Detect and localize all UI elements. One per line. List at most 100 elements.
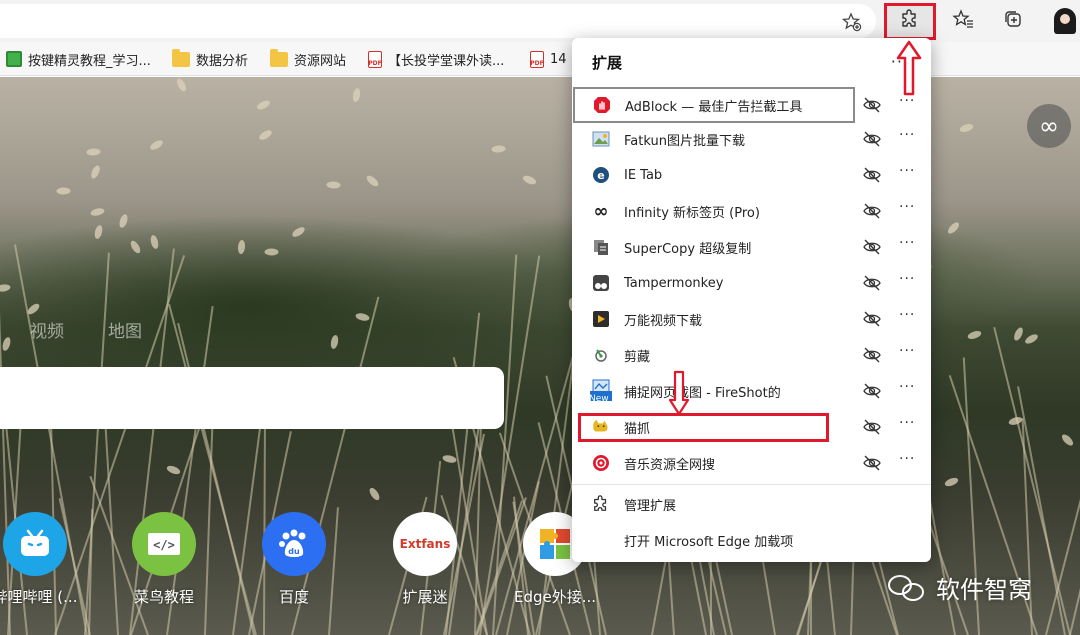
grass-seed [118, 213, 129, 229]
grass-seed [0, 283, 11, 293]
svg-text:e: e [597, 169, 604, 182]
extension-name: 音乐资源全网搜 [624, 457, 716, 473]
extension-name: 捕捉网页截图 - FireShot的 [624, 385, 781, 401]
bookmark-item[interactable]: PDF 【长投学堂课外读... [368, 50, 505, 69]
pdf-icon: PDF [530, 50, 544, 68]
eye-off-icon[interactable] [862, 273, 882, 293]
star-list-icon [952, 8, 974, 34]
more-options-button[interactable]: ··· [899, 199, 915, 215]
svg-text:du: du [288, 547, 300, 556]
footer-label: 打开 Microsoft Edge 加载项 [624, 534, 794, 550]
more-options-button[interactable]: ··· [899, 307, 915, 323]
more-options-button[interactable]: ··· [899, 379, 915, 395]
eye-off-icon[interactable] [862, 309, 882, 329]
extensions-button[interactable] [884, 3, 936, 40]
extensions-popup: 扩展 ··· AdBlock — 最佳广告拦截工具 Fatkun图片批量下载 e… [572, 38, 931, 562]
extension-row-adblock[interactable]: AdBlock — 最佳广告拦截工具 [573, 87, 855, 123]
grass-stalk [1069, 332, 1080, 635]
bookmark-folder[interactable]: 数据分析 [172, 48, 248, 69]
tab-video[interactable]: 视频 [30, 317, 64, 342]
bookmark-label: 14 [550, 51, 567, 67]
shortcut-label: 哔哩哔哩 (... [0, 588, 78, 606]
baidu-paw-icon: du [262, 512, 326, 576]
grass-seed [521, 174, 538, 186]
up-arrow-annotation [896, 40, 922, 96]
eye-off-icon[interactable] [862, 129, 882, 149]
infinity-icon: ∞ [593, 200, 609, 222]
extension-name: 剪藏 [624, 349, 651, 365]
grass-seed [329, 334, 340, 350]
grass-seed [89, 164, 102, 180]
grass-seed [364, 173, 381, 189]
puzzle-icon [592, 495, 610, 513]
copy-icon [592, 238, 610, 256]
favorites-button[interactable] [946, 4, 980, 38]
eye-off-icon[interactable] [862, 345, 882, 365]
adblock-icon [593, 96, 611, 114]
shortcut-label: 菜鸟教程 [133, 588, 194, 606]
grass-stalk [1045, 249, 1080, 635]
profile-button[interactable] [1048, 4, 1080, 38]
eye-off-icon[interactable] [862, 453, 882, 473]
image-icon [592, 130, 610, 148]
shortcut-label: 百度 [278, 588, 309, 606]
bookmark-item[interactable]: PDF 14 [530, 50, 567, 68]
address-bar[interactable] [0, 4, 876, 38]
grass-seed [958, 122, 975, 134]
highlight-box-cat-catch [578, 413, 829, 442]
eye-off-icon[interactable] [862, 417, 882, 437]
more-options-button[interactable]: ··· [899, 127, 915, 143]
grass-seed [354, 312, 371, 322]
puzzle-icon [900, 9, 920, 34]
bookmark-item[interactable]: 按键精灵教程_学习... [6, 50, 151, 69]
grass-seed [1012, 326, 1025, 342]
shortcut-bilibili[interactable]: 哔哩哔哩 (... [0, 512, 90, 607]
more-options-button[interactable]: ··· [899, 271, 915, 287]
manage-extensions-link[interactable]: 管理扩展 [572, 486, 931, 522]
grass-seed [56, 187, 71, 195]
tampermonkey-icon [592, 274, 610, 292]
grass-seed [367, 486, 382, 502]
footer-label: 管理扩展 [624, 498, 677, 514]
eye-off-icon[interactable] [862, 381, 882, 401]
bookmark-folder[interactable]: 资源网站 [270, 48, 347, 69]
bookmark-label: 资源网站 [294, 53, 347, 69]
add-favorite-icon[interactable] [841, 12, 862, 37]
shortcut-extfans[interactable]: Extfans 扩展迷 [370, 512, 480, 607]
tab-map[interactable]: 地图 [108, 317, 142, 342]
grass-seed [943, 476, 960, 488]
eye-off-icon[interactable] [862, 165, 882, 185]
collections-button[interactable] [996, 4, 1030, 38]
eye-off-icon[interactable] [862, 95, 882, 115]
shortcut-runoob[interactable]: </> 菜鸟教程 [109, 512, 219, 607]
grass-seed [165, 464, 182, 476]
watermark: 软件智窝 [888, 570, 1032, 605]
green-app-icon [6, 51, 22, 67]
more-options-button[interactable]: ··· [899, 451, 915, 467]
folder-icon [172, 48, 190, 67]
more-options-button[interactable]: ··· [899, 343, 915, 359]
grass-seed [175, 77, 188, 93]
video-download-icon [592, 310, 610, 328]
infinity-icon[interactable]: ∞ [1027, 104, 1071, 148]
bookmark-label: 【长投学堂课外读... [388, 53, 505, 69]
eye-off-icon[interactable] [862, 237, 882, 257]
grass-seed [128, 239, 143, 255]
more-options-button[interactable]: ··· [899, 415, 915, 431]
code-icon: </> [132, 512, 196, 576]
open-edge-addons-link[interactable]: 打开 Microsoft Edge 加载项 [572, 522, 931, 558]
search-input[interactable] [0, 367, 504, 429]
extension-name: Fatkun图片批量下载 [624, 133, 745, 149]
pdf-icon: PDF [368, 50, 382, 68]
more-options-button[interactable]: ··· [899, 163, 915, 179]
grass-seed [148, 138, 165, 152]
eye-off-icon[interactable] [862, 201, 882, 221]
extfans-logo-text: Extfans [399, 537, 451, 551]
grass-seed [326, 181, 341, 189]
grass-seed [1023, 332, 1040, 346]
more-options-button[interactable]: ··· [899, 235, 915, 251]
shortcut-baidu[interactable]: du 百度 [239, 512, 349, 607]
extension-name: SuperCopy 超级复制 [624, 241, 752, 257]
grass-seed [89, 207, 106, 217]
popup-title: 扩展 [592, 54, 623, 72]
